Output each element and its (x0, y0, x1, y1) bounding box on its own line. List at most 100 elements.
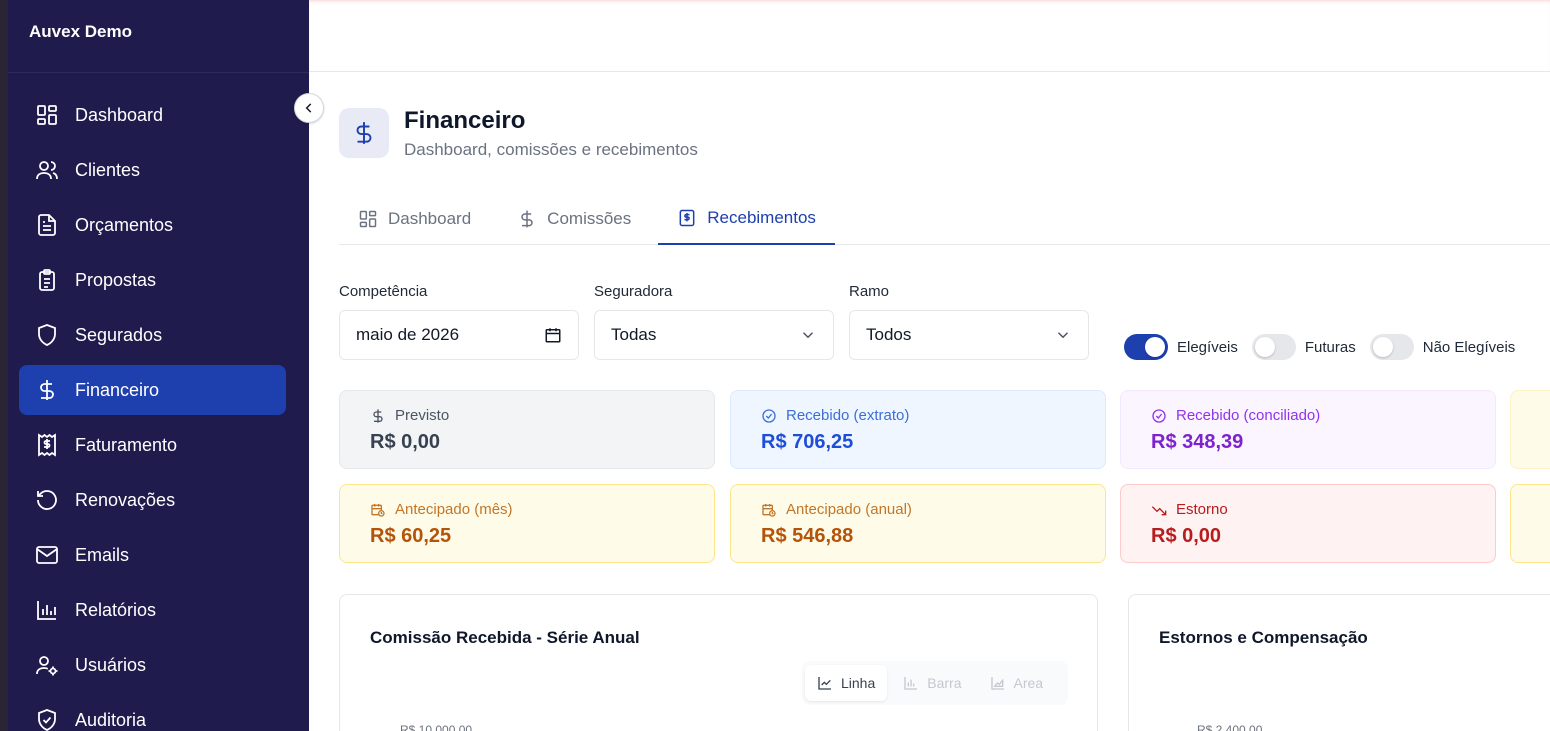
tab-dashboard[interactable]: Dashboard (339, 193, 490, 244)
layout-grid-icon (359, 210, 377, 227)
elegiveis-switch[interactable] (1124, 334, 1168, 360)
receipt-icon (679, 209, 695, 227)
sidebar-item-segurados[interactable]: Segurados (19, 310, 286, 360)
sidebar-item-financeiro[interactable]: Financeiro (19, 365, 286, 415)
toggle-label: Elegíveis (1177, 338, 1238, 356)
card-label: Previsto (370, 407, 714, 424)
main-content: Financeiro Dashboard, comissões e recebi… (309, 0, 1550, 731)
dollar-icon (339, 108, 389, 158)
receipt-icon (35, 433, 59, 457)
sidebar-item-label: Auditoria (75, 709, 147, 730)
competencia-date-input[interactable]: maio de 2026 (339, 310, 579, 360)
sidebar-item-label: Orçamentos (75, 214, 174, 235)
sidebar-item-usuarios[interactable]: Usuários (19, 640, 286, 690)
card-recebido-extrato: Recebido (extrato) R$ 706,25 (730, 390, 1106, 469)
sidebar-item-label: Faturamento (75, 434, 178, 455)
page-title: Financeiro (404, 107, 526, 134)
chart-type-label: Linha (841, 675, 876, 691)
card-previsto: Previsto R$ 0,00 (339, 390, 715, 469)
page-subtitle: Dashboard, comissões e recebimentos (404, 140, 698, 159)
users-icon (35, 158, 59, 182)
sidebar-item-label: Renovações (75, 489, 176, 510)
ramo-value: Todos (866, 325, 912, 344)
competencia-label: Competência (339, 283, 428, 300)
chevron-left-icon (305, 103, 312, 113)
seguradora-select[interactable]: Todas (594, 310, 834, 360)
card-estorno: Estorno R$ 0,00 (1120, 484, 1496, 563)
toggle-elegiveis[interactable]: Elegíveis (1124, 334, 1238, 360)
card-value: R$ 0,00 (1151, 525, 1222, 547)
chart-type-area[interactable]: Area (978, 665, 1056, 701)
eligibility-toggles: Elegíveis Futuras Não Elegíveis (1124, 334, 1529, 360)
card-label-text: Antecipado (mês) (395, 501, 513, 518)
card-value: R$ 706,25 (761, 431, 854, 453)
bar-chart-icon (904, 677, 918, 690)
clipboard-list-icon (35, 268, 59, 292)
sidebar-item-label: Financeiro (75, 379, 160, 400)
chevron-down-icon (802, 332, 814, 339)
shield-check-icon (35, 708, 59, 731)
page-header: Financeiro Dashboard, comissões e recebi… (339, 107, 698, 160)
card-value: R$ 0,00 (370, 431, 441, 453)
sidebar-item-label: Propostas (75, 269, 157, 290)
y-axis-top-label: R$ 2.400,00 (1197, 723, 1263, 731)
top-bar (309, 0, 1550, 72)
dollar-icon (373, 408, 383, 423)
mail-icon (35, 543, 59, 567)
bar-chart-icon (35, 598, 59, 622)
card-antecipado-anual: Antecipado (anual) R$ 546,88 (730, 484, 1106, 563)
line-chart-icon (818, 677, 831, 690)
sidebar-item-dashboard[interactable]: Dashboard (19, 90, 286, 140)
card-value: R$ 60,25 (370, 525, 452, 547)
card-partial-clipped (1510, 484, 1550, 563)
competencia-field: Competência maio de 2026 (339, 283, 579, 360)
card-label: Recebido (extrato) (761, 407, 1105, 424)
card-label-text: Estorno (1176, 501, 1228, 518)
calendar-clock-icon (762, 503, 776, 517)
sidebar-item-emails[interactable]: Emails (19, 530, 286, 580)
sidebar-collapse-button[interactable] (294, 93, 324, 123)
nao-elegiveis-switch[interactable] (1369, 334, 1414, 360)
card-label-text: Antecipado (anual) (786, 501, 912, 518)
seguradora-field: Seguradora Todas (594, 283, 834, 360)
toggle-label: Não Elegíveis (1422, 338, 1516, 356)
y-axis-top-label: R$ 10.000,00 (400, 723, 473, 731)
sidebar-item-renovacoes[interactable]: Renovações (19, 475, 286, 525)
competencia-value: maio de 2026 (356, 325, 460, 344)
sidebar-item-clientes[interactable]: Clientes (19, 145, 286, 195)
file-text-icon (35, 213, 59, 237)
tab-recebimentos[interactable]: Recebimentos (658, 193, 835, 245)
card-label-text: Recebido (conciliado) (1176, 407, 1321, 424)
ramo-select[interactable]: Todos (849, 310, 1089, 360)
sidebar-item-label: Usuários (75, 654, 147, 675)
calendar-icon[interactable] (544, 326, 562, 344)
sidebar-item-propostas[interactable]: Propostas (19, 255, 286, 305)
futuras-switch[interactable] (1251, 334, 1296, 360)
user-cog-icon (35, 653, 59, 677)
card-antecipado-mes: Antecipado (mês) R$ 60,25 (339, 484, 715, 563)
card-value: R$ 348,39 (1151, 431, 1244, 453)
sidebar-item-label: Clientes (75, 159, 141, 180)
toggle-label: Futuras (1304, 338, 1356, 356)
chart-type-linha[interactable]: Linha (805, 665, 888, 701)
sidebar-item-orcamentos[interactable]: Orçamentos (19, 200, 286, 250)
chart-type-barra[interactable]: Barra (891, 665, 973, 701)
tab-bar: Dashboard Comissões Recebimentos (339, 193, 1550, 245)
toggle-futuras[interactable]: Futuras (1251, 334, 1356, 360)
card-label: Estorno (1151, 501, 1495, 518)
card-label: Antecipado (mês) (370, 501, 714, 518)
card-label: Recebido (conciliado) (1151, 407, 1495, 424)
sidebar-item-auditoria[interactable]: Auditoria (19, 695, 286, 731)
toggle-nao-elegiveis[interactable]: Não Elegíveis (1369, 334, 1516, 360)
panel-serie-anual: Comissão Recebida - Série Anual Linha Ba… (339, 594, 1098, 731)
panel-estornos: Estornos e Compensação R$ 2.400,00 (1128, 594, 1550, 731)
sidebar-item-relatorios[interactable]: Relatórios (19, 585, 286, 635)
dollar-icon (35, 378, 59, 402)
tab-comissoes[interactable]: Comissões (498, 193, 650, 244)
seguradora-value: Todas (611, 325, 657, 344)
panel-title: Estornos e Compensação (1159, 628, 1368, 647)
sidebar-item-faturamento[interactable]: Faturamento (19, 420, 286, 470)
sidebar-divider (8, 72, 309, 73)
tab-label: Comissões (547, 208, 632, 228)
dollar-icon (521, 210, 533, 227)
